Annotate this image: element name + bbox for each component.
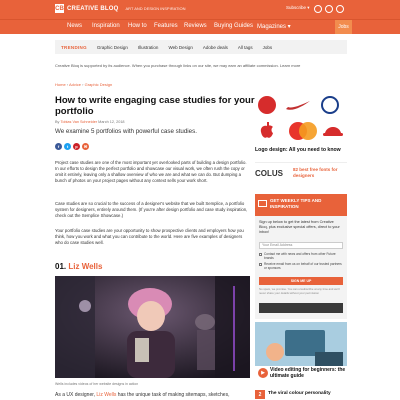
paragraph-4: As a UX designer, Liz Wells has the uniq… <box>55 392 229 398</box>
nav-item-magazines[interactable]: Magazines ▾ <box>257 23 291 30</box>
nav-item-buying-guides[interactable]: Buying Guides <box>214 23 253 29</box>
more-item-title[interactable]: The viral colour personality <box>268 391 331 396</box>
article-lead: We examine 5 portfolios with powerful ca… <box>55 128 197 135</box>
newsletter-header: GET WEEKLY TIPS AND INSPIRATION <box>255 194 347 216</box>
subscribe-button[interactable]: Subscribe ▾ <box>286 5 310 11</box>
affiliate-disclaimer: Creative Bloq is supported by its audien… <box>55 63 301 68</box>
email-field[interactable]: Your Email Address <box>259 242 343 249</box>
sign-up-button[interactable]: SIGN ME UP <box>259 277 343 285</box>
twitter-share-icon[interactable]: t <box>64 143 71 150</box>
video-title[interactable]: Video editing for beginners: the ultimat… <box>270 367 346 379</box>
breadcrumb: Home › Advice › Graphic Design <box>55 82 113 87</box>
checkbox-future-brands[interactable] <box>259 253 262 256</box>
trending-item[interactable]: All tags <box>238 45 253 50</box>
article-title: How to write engaging case studies for y… <box>55 95 255 117</box>
newsletter-title: GET WEEKLY TIPS AND INSPIRATION <box>270 198 322 209</box>
paragraph-1: Project case studies are one of the most… <box>55 160 247 183</box>
trending-item[interactable]: Web Design <box>168 45 192 50</box>
section-number: 01. <box>55 262 67 271</box>
logo-subtitle: ART AND DESIGN INSPIRATION <box>125 6 186 11</box>
trending-item[interactable]: Illustration <box>138 45 159 50</box>
logos-promo-card[interactable] <box>255 92 347 154</box>
site-logo[interactable]: CB CREATIVE BLOQ ART AND DESIGN INSPIRAT… <box>55 4 186 13</box>
twitter-icon[interactable] <box>325 5 333 13</box>
breadcrumb-advice[interactable]: Advice <box>69 82 81 87</box>
section-name-link[interactable]: Liz Wells <box>68 262 102 271</box>
publish-date: March 12, 2018 <box>98 120 125 124</box>
newsletter-fine-print: No spam, we promise. You can unsubscribe… <box>259 287 340 295</box>
top-header-bar: CB CREATIVE BLOQ ART AND DESIGN INSPIRAT… <box>0 0 400 19</box>
nav-item-reviews[interactable]: Reviews <box>184 23 207 29</box>
apple-logo-icon <box>260 122 273 138</box>
breadcrumb-home[interactable]: Home <box>55 82 66 87</box>
vw-logo-icon <box>321 96 339 114</box>
facebook-icon[interactable] <box>314 5 322 13</box>
jobs-button[interactable]: Jobs <box>335 20 352 34</box>
video-thumbnail[interactable] <box>255 322 347 366</box>
logo-mark: CB <box>55 4 64 13</box>
nike-logo-icon <box>286 101 310 110</box>
newsletter-banner <box>259 303 343 313</box>
byline: By Tobias Van Schneider March 12, 2018 <box>55 120 125 124</box>
main-nav: News Inspiration How to Features Reviews… <box>0 19 400 34</box>
pinterest-share-icon[interactable]: p <box>73 143 80 150</box>
facebook-share-icon[interactable]: f <box>55 143 62 150</box>
paragraph-2: Case studies are so crucial to the succe… <box>55 201 248 218</box>
checkbox-future-brands-label: Contact me with news and offers from oth… <box>264 252 336 260</box>
nav-item-features[interactable]: Features <box>154 23 178 29</box>
breadcrumb-graphic-design[interactable]: Graphic Design <box>85 82 113 87</box>
video-card[interactable]: ▶ Video editing for beginners: the ultim… <box>255 322 347 386</box>
trending-label: TRENDING <box>61 44 87 50</box>
article-photo <box>55 276 250 378</box>
free-fonts-link[interactable]: 82 best free fonts for designers <box>293 167 347 179</box>
logo-design-caption[interactable]: Logo design: All you need to know <box>255 147 341 153</box>
nav-item-how-to[interactable]: How to <box>128 23 147 29</box>
trending-item[interactable]: Graphic Design <box>97 45 128 50</box>
newsletter-body: Sign up below to get the latest from Cre… <box>259 220 340 234</box>
redhat-logo-icon <box>323 127 343 136</box>
checkbox-partners-label: Receive email from us on behalf of our t… <box>264 262 342 270</box>
share-buttons: f t p ✉ <box>55 143 89 150</box>
trending-item[interactable]: Adobe deals <box>203 45 228 50</box>
more-item-number: 2 <box>255 390 265 399</box>
trending-bar: TRENDING Graphic Design Illustration Web… <box>55 40 347 54</box>
play-icon[interactable]: ▶ <box>258 368 268 378</box>
author-link[interactable]: Tobias Van Schneider <box>60 120 97 124</box>
fonts-promo[interactable]: COLUS 82 best free fonts for designers <box>255 162 347 190</box>
paragraph-4-suffix: has the unique task of making sitemaps, … <box>117 392 230 398</box>
checkbox-partners[interactable] <box>259 263 262 266</box>
newsletter-box: GET WEEKLY TIPS AND INSPIRATION Sign up … <box>255 194 347 319</box>
beats-logo-icon <box>258 96 276 114</box>
nav-item-inspiration[interactable]: Inspiration <box>92 23 120 29</box>
trending-item[interactable]: Jobs <box>263 45 273 50</box>
nav-item-news[interactable]: News <box>67 23 82 29</box>
colus-brand: COLUS <box>255 169 283 178</box>
email-share-icon[interactable]: ✉ <box>82 143 89 150</box>
envelope-icon <box>258 200 267 207</box>
paragraph-3: Your portfolio case studies are your opp… <box>55 228 244 245</box>
logo-text: CREATIVE BLOQ <box>67 5 119 12</box>
mastercard-orange-icon <box>299 122 317 140</box>
photo-illustration <box>55 276 250 378</box>
video-thumbnail-art <box>255 322 347 366</box>
photo-caption: Wells includes videos of her website des… <box>55 382 139 386</box>
search-icon[interactable] <box>336 5 344 13</box>
liz-wells-link[interactable]: Liz Wells <box>96 392 116 398</box>
section-heading: 01. Liz Wells <box>55 262 102 271</box>
paragraph-4-prefix: As a UX designer, <box>55 392 96 398</box>
byline-prefix: By <box>55 120 60 124</box>
